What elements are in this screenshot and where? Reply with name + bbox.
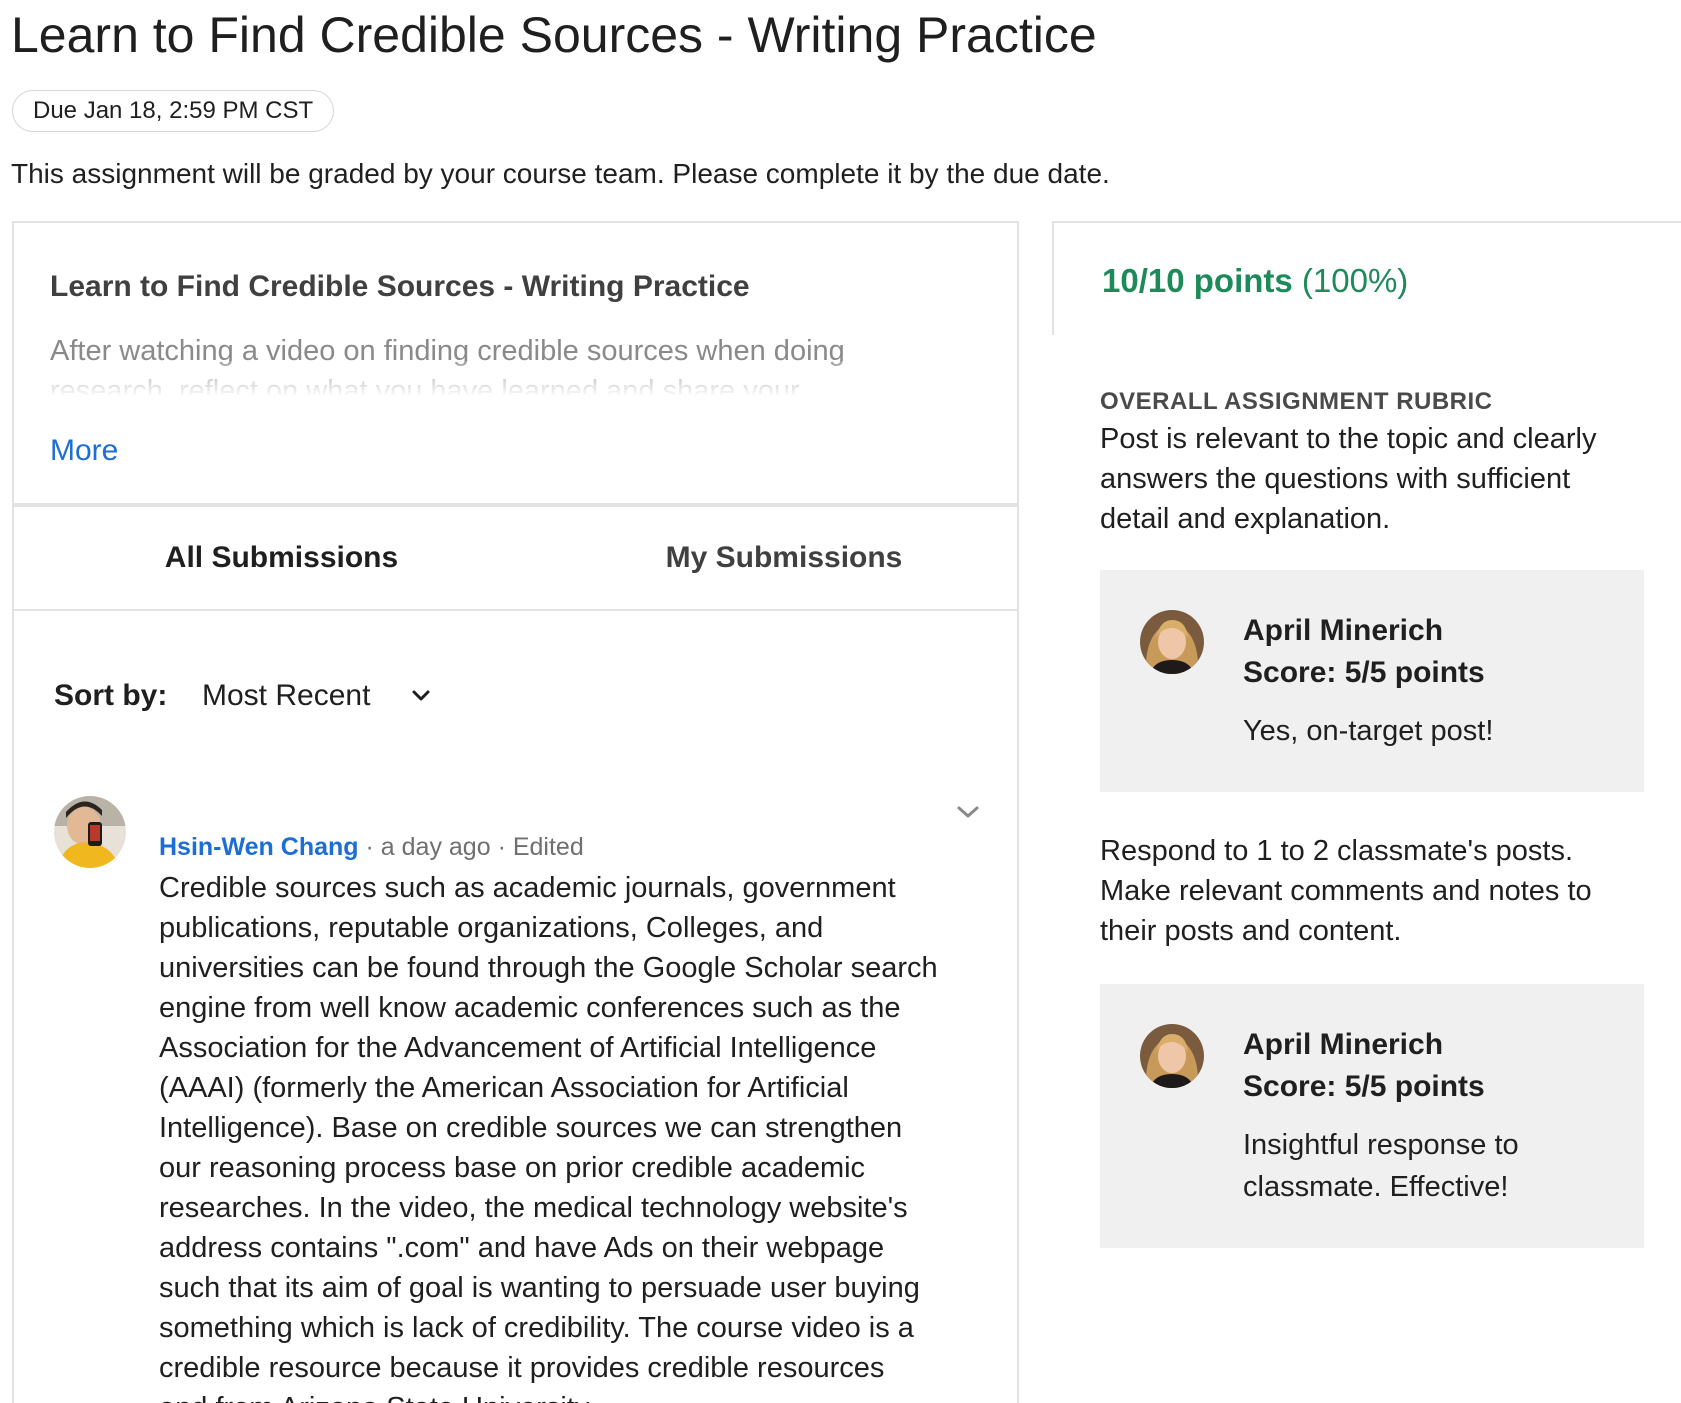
due-date-badge: Due Jan 18, 2:59 PM CST <box>12 90 335 132</box>
feedback-card: April Minerich Score: 5/5 points Insight… <box>1100 984 1644 1248</box>
sort-label: Sort by: <box>54 679 168 712</box>
assignment-page: Learn to Find Credible Sources - Writing… <box>0 0 1681 1403</box>
page-title: Learn to Find Credible Sources - Writing… <box>11 7 1097 63</box>
score-percent: (100%) <box>1301 262 1409 299</box>
intro-title: Learn to Find Credible Sources - Writing… <box>50 270 750 303</box>
meta-separator: · <box>497 833 506 861</box>
rubric-criterion-text: Post is relevant to the topic and clearl… <box>1100 423 1597 535</box>
submission-tabs: All Submissions My Submissions <box>14 507 1017 611</box>
chevron-down-icon <box>412 690 430 701</box>
score-points: 10/10 points <box>1102 262 1293 299</box>
rubric-heading: OVERALL ASSIGNMENT RUBRIC <box>1100 388 1493 415</box>
assignment-intro: Learn to Find Credible Sources - Writing… <box>14 223 1017 507</box>
tab-all-submissions[interactable]: All Submissions <box>14 507 549 609</box>
intro-description: After watching a video on finding credib… <box>50 335 845 395</box>
grader-score: Score: 5/5 points <box>1243 1070 1485 1103</box>
grading-notice: This assignment will be graded by your c… <box>11 158 1110 189</box>
score-text: 10/10 points (100%) <box>1102 259 1408 303</box>
meta-separator: · <box>365 833 374 861</box>
grade-sidebar: 10/10 points (100%) OVERALL ASSIGNMENT R… <box>1052 221 1681 1403</box>
post-meta: Hsin-Wen Chang · a day ago · Edited <box>159 830 584 864</box>
avatar <box>1140 1024 1204 1088</box>
grader-comment: Insightful response to classmate. Effect… <box>1243 1129 1519 1203</box>
post-body: Credible sources such as academic journa… <box>159 872 938 1403</box>
grader-name: April Minerich <box>1243 1028 1444 1061</box>
grader-score: Score: 5/5 points <box>1243 656 1485 689</box>
intro-description-container: After watching a video on finding credib… <box>50 331 930 395</box>
sort-dropdown[interactable]: Most Recent <box>202 671 447 721</box>
score-summary: 10/10 points (100%) <box>1052 221 1681 335</box>
rubric-criterion-text: Respond to 1 to 2 classmate's posts. Mak… <box>1100 835 1592 947</box>
avatar <box>54 796 126 868</box>
chevron-down-icon[interactable] <box>954 798 982 826</box>
feedback-card: April Minerich Score: 5/5 points Yes, on… <box>1100 570 1644 792</box>
post-author-link[interactable]: Hsin-Wen Chang <box>159 833 359 861</box>
tab-my-submissions[interactable]: My Submissions <box>549 507 1019 609</box>
sort-value: Most Recent <box>202 679 371 712</box>
avatar <box>1140 610 1204 674</box>
grader-name: April Minerich <box>1243 614 1444 647</box>
more-link[interactable]: More <box>50 431 118 471</box>
grader-comment: Yes, on-target post! <box>1243 715 1494 747</box>
post-edited-label: Edited <box>512 833 584 861</box>
sort-row: Sort by: Most Recent <box>54 671 954 721</box>
post-time: a day ago <box>380 833 491 861</box>
submissions-panel: Learn to Find Credible Sources - Writing… <box>12 221 1019 1403</box>
